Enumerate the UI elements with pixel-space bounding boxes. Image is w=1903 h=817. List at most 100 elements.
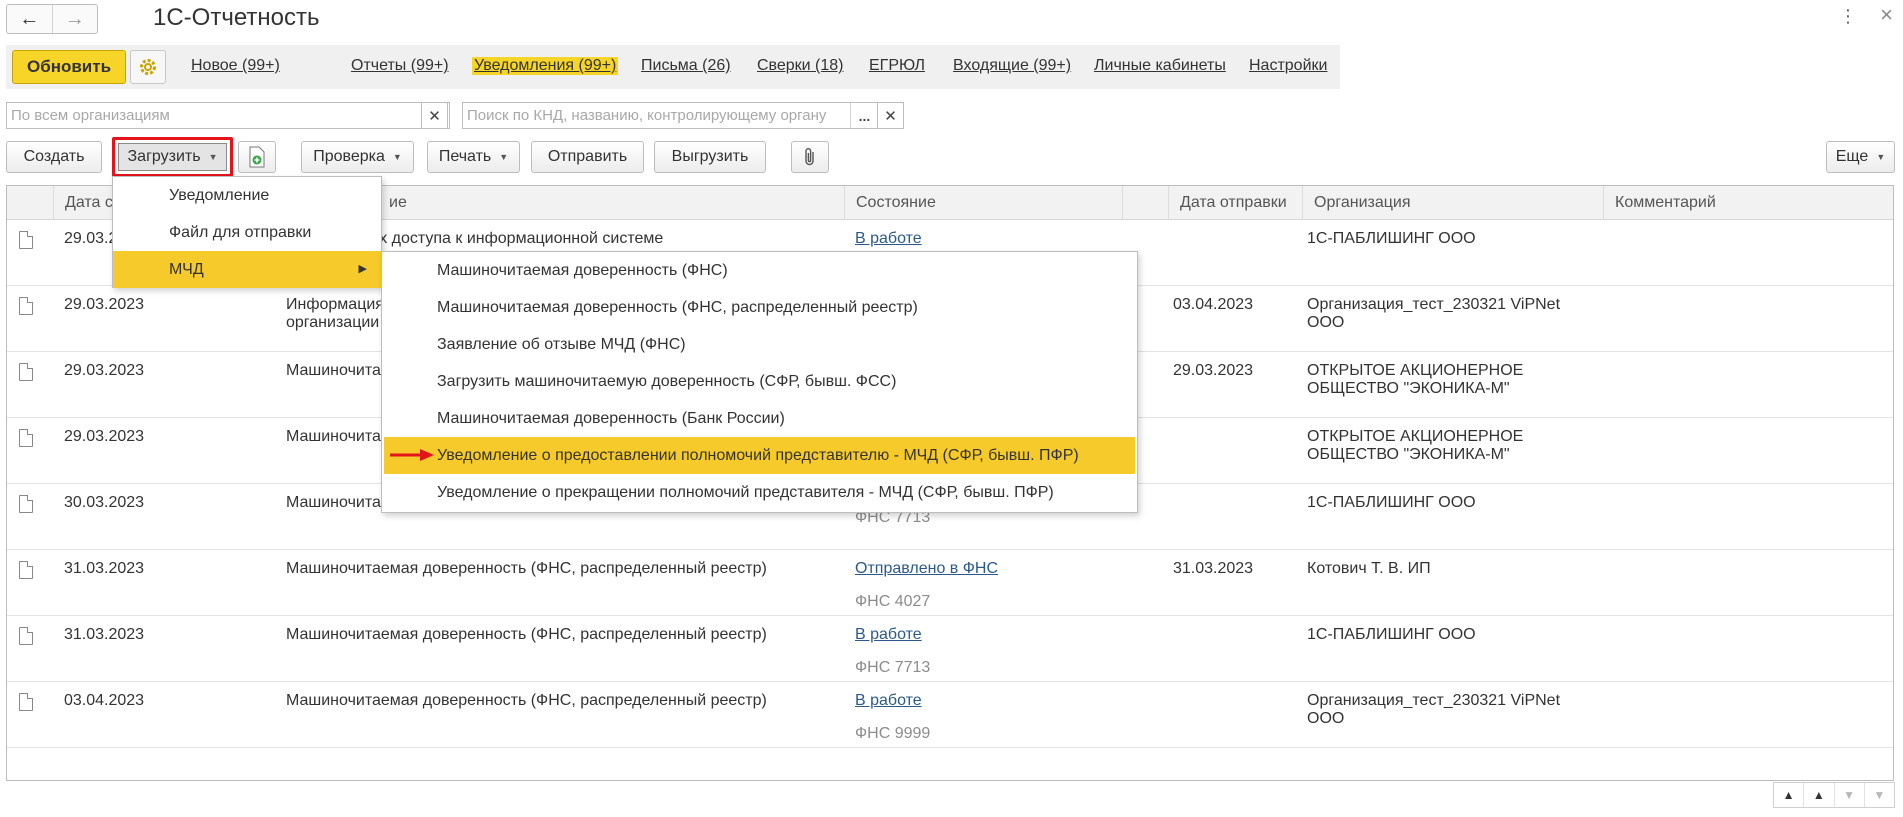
cell-organization: ОТКРЫТОЕ АКЦИОНЕРНОЕ ОБЩЕСТВО "ЭКОНИКА-М"	[1307, 362, 1597, 398]
state-link[interactable]: В работе	[855, 626, 930, 644]
more-vertical-icon[interactable]: ⋮	[1839, 6, 1857, 27]
submenu-item-selected-label: Уведомление о предоставлении полномочий …	[437, 447, 1079, 464]
mchd-submenu: Машиночитаемая доверенность (ФНС) Машино…	[381, 251, 1138, 513]
go-up-icon[interactable]: ▲	[1803, 783, 1833, 807]
cell-name-line1: Машиночитаемая доверенность (ФНС, распре…	[286, 626, 767, 643]
cell-organization: Организация_тест_230321 ViPNet ООО	[1307, 296, 1597, 332]
caret-down-icon: ▼	[499, 152, 509, 162]
section-letters[interactable]: Письма (26)	[641, 57, 731, 75]
org-line2: ОБЩЕСТВО "ЭКОНИКА-М"	[1307, 446, 1510, 463]
menu-item-file-to-send[interactable]: Файл для отправки	[113, 214, 381, 251]
clear-organization-button[interactable]: ✕	[421, 102, 448, 129]
submenu-item[interactable]: Загрузить машиночитаемую доверенность (С…	[384, 363, 1135, 400]
paperclip-icon[interactable]	[791, 141, 829, 173]
send-button[interactable]: Отправить	[531, 141, 644, 173]
go-last-icon[interactable]: ▼	[1863, 783, 1894, 807]
org-line1: ОТКРЫТОЕ АКЦИОНЕРНОЕ	[1307, 362, 1524, 379]
go-first-icon[interactable]: ▲	[1774, 783, 1803, 807]
list-navigation: ▲ ▲ ▼ ▼	[1773, 782, 1895, 808]
section-settings[interactable]: Настройки	[1249, 57, 1327, 75]
cell-name: Машиночитаемая доверенность (ФНС, распре…	[286, 626, 846, 644]
organization-filter[interactable]: По всем организациям ▼	[6, 102, 450, 129]
submenu-arrow-icon: ▶	[358, 263, 367, 275]
state-link[interactable]: В работе	[855, 230, 922, 248]
state-authority: ФНС 7713	[855, 659, 931, 676]
caret-down-icon: ▼	[392, 152, 402, 162]
section-reports[interactable]: Отчеты (99+)	[351, 57, 449, 75]
cell-sent-date: 31.03.2023	[1173, 560, 1254, 577]
print-button[interactable]: Печать ▼	[427, 141, 520, 173]
organization-filter-placeholder: По всем организациям	[11, 107, 170, 124]
section-reconciliations[interactable]: Сверки (18)	[757, 57, 844, 75]
section-egrul[interactable]: ЕГРЮЛ	[869, 57, 925, 75]
submenu-item[interactable]: Машиночитаемая доверенность (ФНС)	[384, 252, 1135, 289]
add-file-button[interactable]	[238, 141, 276, 173]
load-button[interactable]: Загрузить ▼	[118, 143, 227, 171]
cell-date: 31.03.2023	[64, 560, 145, 577]
submenu-item[interactable]: Уведомление о прекращении полномочий пре…	[384, 474, 1135, 511]
col-state[interactable]: Состояние	[844, 186, 1122, 220]
col-organization[interactable]: Организация	[1302, 186, 1603, 220]
submenu-item[interactable]: Машиночитаемая доверенность (Банк России…	[384, 400, 1135, 437]
select-dots-button[interactable]: ...	[850, 103, 878, 128]
menu-item-notification[interactable]: Уведомление	[113, 177, 381, 214]
back-arrow-icon[interactable]: ←	[7, 5, 53, 33]
section-new[interactable]: Новое (99+)	[191, 57, 280, 75]
state-link[interactable]: В работе	[855, 692, 930, 710]
table-row[interactable]: 03.04.2023 Машиночитаемая доверенность (Ф…	[7, 682, 1893, 748]
search-input[interactable]: Поиск по КНД, названию, контролирующему …	[462, 102, 879, 129]
document-icon	[19, 495, 33, 513]
print-button-label: Печать	[438, 148, 492, 165]
section-cabinets[interactable]: Личные кабинеты	[1094, 57, 1226, 75]
export-button-label: Выгрузить	[671, 148, 749, 165]
cell-state: Отправлено в ФНС ФНС 4027	[855, 560, 998, 611]
col-sent-date[interactable]: Дата отправки	[1168, 186, 1302, 220]
org-line1: Организация_тест_230321 ViPNet	[1307, 296, 1561, 313]
cell-state: В работе ФНС 7713	[855, 626, 930, 677]
submenu-item[interactable]: Машиночитаемая доверенность (ФНС, распре…	[384, 289, 1135, 326]
create-button[interactable]: Создать	[6, 141, 102, 173]
document-icon	[19, 561, 33, 579]
col-blank[interactable]	[1122, 186, 1168, 220]
submenu-item-selected[interactable]: Уведомление о предоставлении полномочий …	[384, 437, 1135, 474]
org-line2: ООО	[1307, 314, 1345, 331]
submenu-item[interactable]: Заявление об отзыве МЧД (ФНС)	[384, 326, 1135, 363]
cell-name-line1: Машиночитаемая доверенность (ФНС, распре…	[286, 560, 767, 577]
table-row[interactable]: 31.03.2023 Машиночитаемая доверенность (Ф…	[7, 616, 1893, 682]
clear-search-button[interactable]: ✕	[877, 102, 904, 129]
org-line2: ООО	[1307, 710, 1345, 727]
search-placeholder: Поиск по КНД, названию, контролирующему …	[467, 107, 827, 124]
menu-item-mchd[interactable]: МЧД ▶	[113, 251, 381, 288]
cell-date: 31.03.2023	[64, 626, 145, 643]
document-icon	[19, 429, 33, 447]
section-incoming[interactable]: Входящие (99+)	[953, 57, 1071, 75]
cell-date: 29.03.2023	[64, 428, 145, 445]
org-line1: Котович Т. В. ИП	[1307, 560, 1431, 577]
cell-sent-date: 03.04.2023	[1173, 296, 1254, 313]
cell-name: Машиночитаемая доверенность (ФНС, распре…	[286, 560, 846, 578]
menu-item-mchd-label: МЧД	[169, 261, 204, 278]
caret-down-icon: ▼	[208, 152, 218, 162]
table-row[interactable]: 31.03.2023 Машиночитаемая доверенность (Ф…	[7, 550, 1893, 616]
document-icon	[19, 231, 33, 249]
document-icon	[19, 693, 33, 711]
col-name[interactable]: ие	[377, 186, 851, 220]
refresh-button[interactable]: Обновить	[12, 50, 126, 84]
document-icon	[19, 363, 33, 381]
gear-icon[interactable]	[130, 50, 166, 84]
more-button[interactable]: Еще ▼	[1826, 141, 1895, 173]
load-menu: Уведомление Файл для отправки МЧД ▶	[112, 176, 382, 288]
forward-arrow-icon[interactable]: →	[53, 5, 98, 33]
state-link[interactable]: Отправлено в ФНС	[855, 560, 998, 578]
go-down-icon[interactable]: ▼	[1833, 783, 1864, 807]
create-button-label: Создать	[23, 148, 85, 165]
close-icon[interactable]: ×	[1880, 2, 1893, 28]
sections-bar: Обновить Новое (99+) Отчеты (99+) Уведом…	[6, 45, 1340, 89]
section-notifications[interactable]: Уведомления (99+)	[472, 57, 619, 75]
export-button[interactable]: Выгрузить	[654, 141, 766, 173]
cell-organization: 1С-ПАБЛИШИНГ ООО	[1307, 626, 1597, 644]
org-line2: ОБЩЕСТВО "ЭКОНИКА-М"	[1307, 380, 1510, 397]
col-comment[interactable]: Комментарий	[1603, 186, 1893, 220]
check-button[interactable]: Проверка ▼	[301, 141, 414, 173]
caret-down-icon: ▼	[1876, 152, 1886, 162]
